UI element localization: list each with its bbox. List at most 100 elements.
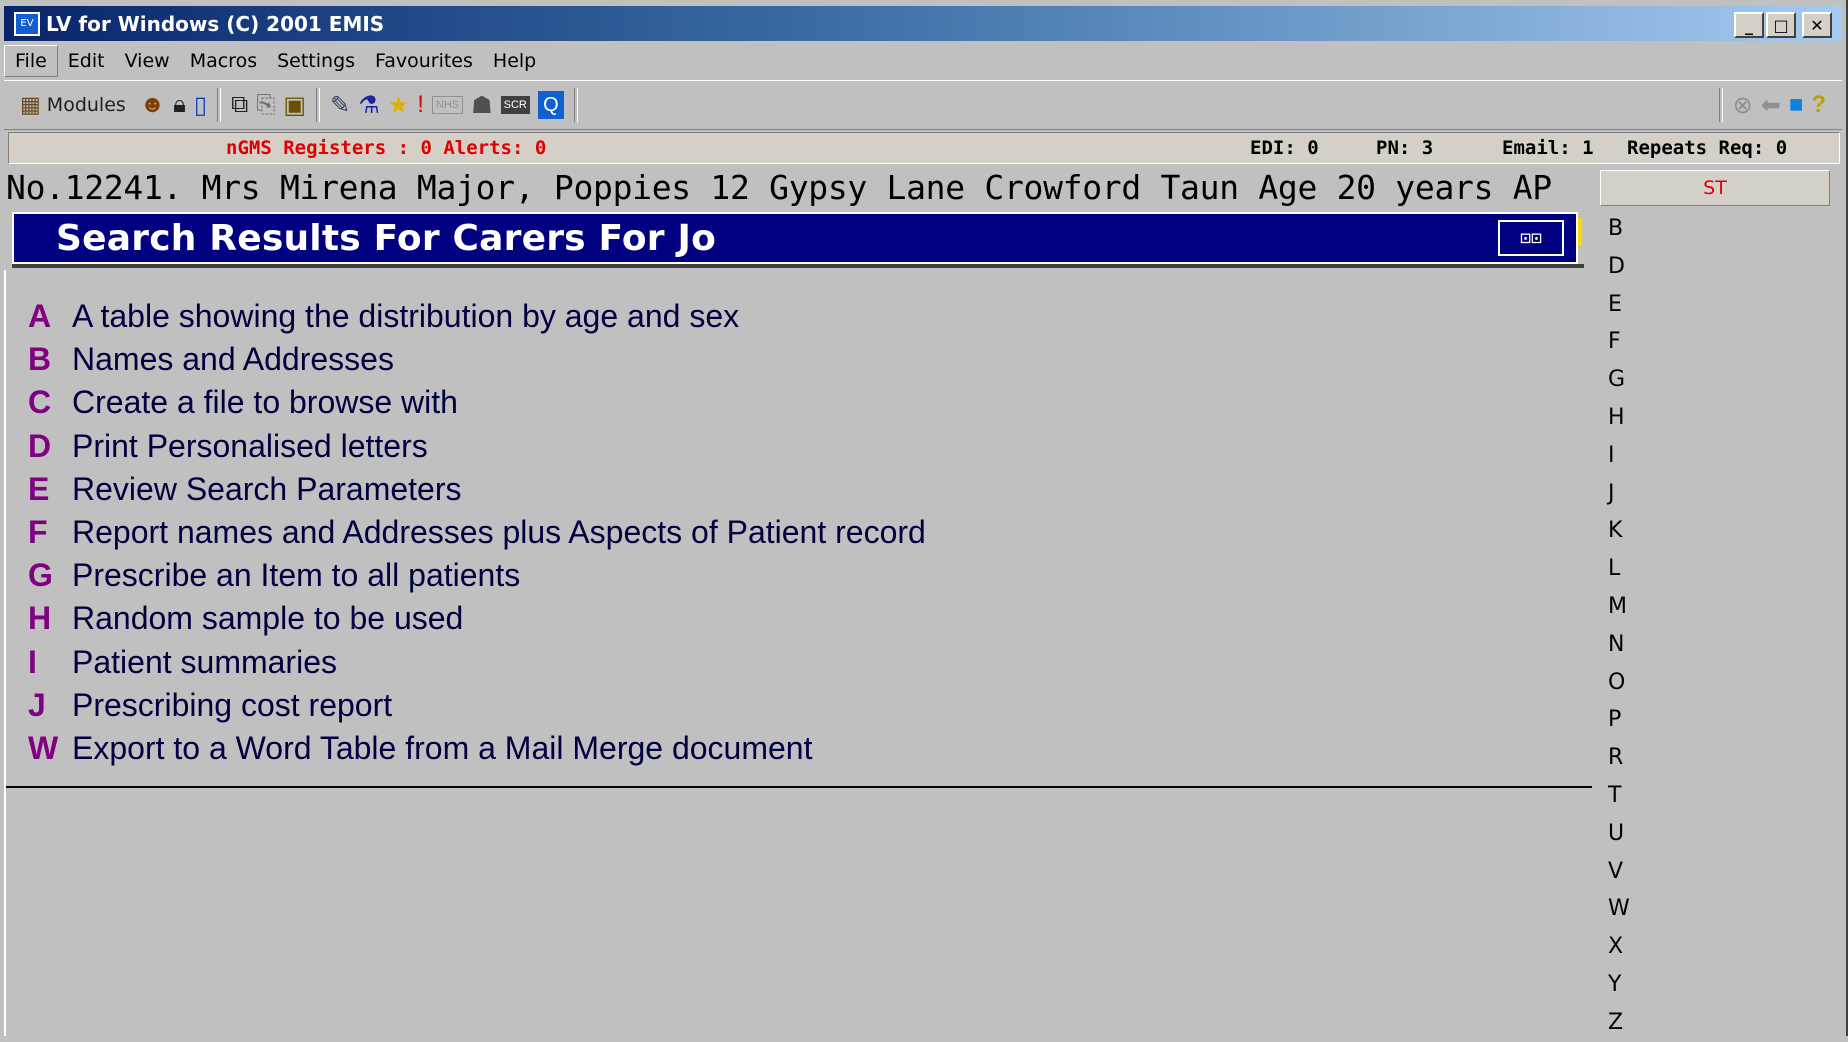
option-label: Export to a Word Table from a Mail Merge… (72, 729, 813, 766)
letter-item[interactable]: K (1608, 512, 1630, 550)
st-tab[interactable]: ST (1600, 170, 1830, 206)
letter-item[interactable]: D (1608, 248, 1630, 286)
letter-item[interactable]: I (1608, 437, 1630, 475)
alert-icon[interactable]: ! (417, 87, 424, 123)
menu-macros[interactable]: Macros (180, 46, 267, 76)
lock-icon[interactable]: 🔒︎ (173, 87, 186, 123)
option-key: J (28, 686, 46, 723)
option-w[interactable]: W Export to a Word Table from a Mail Mer… (28, 727, 926, 770)
side-panel: ST B D E F G H I J K L M N O P R T U V W… (1596, 168, 1832, 1036)
option-label: Report names and Addresses plus Aspects … (72, 514, 926, 551)
option-j[interactable]: J Prescribing cost report (28, 684, 926, 727)
option-d[interactable]: D Print Personalised letters (28, 425, 926, 468)
modules-button[interactable]: ▦ Modules (14, 87, 132, 123)
phone-icon[interactable]: ▯ (194, 87, 207, 123)
maximize-button[interactable]: □ (1766, 12, 1796, 38)
window-icon[interactable]: ■ (1789, 87, 1804, 123)
menu-edit[interactable]: Edit (58, 46, 115, 76)
letter-item[interactable]: P (1608, 701, 1630, 739)
option-b[interactable]: B Names and Addresses (28, 338, 926, 381)
query-icon[interactable]: Q (537, 91, 564, 119)
content-border (4, 270, 6, 1036)
toolbar-separator (217, 88, 222, 122)
option-c[interactable]: C Create a file to browse with (28, 381, 926, 424)
app-icon[interactable]: EV (14, 11, 40, 36)
option-key: B (28, 341, 52, 378)
option-a[interactable]: A A table showing the distribution by ag… (28, 295, 926, 338)
alerts-status[interactable]: nGMS Registers : 0 Alerts: 0 (226, 137, 546, 159)
option-key: H (28, 600, 52, 637)
group-icon[interactable]: ☗ (471, 87, 493, 123)
option-g[interactable]: G Prescribe an Item to all patients (28, 554, 926, 597)
letter-item[interactable]: R (1608, 739, 1630, 777)
stop-icon[interactable]: ⊗ (1733, 87, 1753, 123)
page-title: Search Results For Carers For Jo (56, 217, 717, 259)
clipboard-icon[interactable]: ▣ (283, 87, 306, 123)
menu-settings[interactable]: Settings (267, 46, 365, 76)
letter-item[interactable]: X (1608, 928, 1630, 966)
pen-icon[interactable]: ✎ (330, 87, 350, 123)
window-controls: _ □ ✕ (1734, 12, 1832, 38)
option-label: Prescribe an Item to all patients (72, 557, 521, 594)
flask-icon[interactable]: ⚗ (358, 87, 380, 123)
letter-item[interactable]: Y (1608, 966, 1630, 1004)
letter-item[interactable]: W (1608, 890, 1630, 928)
edi-status[interactable]: EDI: 0 (1250, 137, 1319, 159)
repeats-status[interactable]: Repeats Req: 0 (1627, 137, 1787, 159)
letter-item[interactable]: H (1608, 399, 1630, 437)
menu-bar: File Edit View Macros Settings Favourite… (4, 44, 1842, 78)
minimize-button[interactable]: _ (1734, 12, 1764, 38)
pn-status[interactable]: PN: 3 (1376, 137, 1433, 159)
modules-label: Modules (46, 94, 126, 116)
paste-icon[interactable]: ⎘ (256, 87, 275, 123)
nhs-icon[interactable]: NHS (431, 96, 464, 114)
letter-item[interactable]: T (1608, 777, 1630, 815)
letter-item[interactable]: U (1608, 815, 1630, 853)
options-list: A A table showing the distribution by ag… (28, 295, 926, 770)
back-arrow-icon[interactable]: ⬅ (1761, 87, 1781, 123)
letter-item[interactable]: B (1608, 210, 1630, 248)
option-key: F (28, 514, 48, 551)
letter-item[interactable]: L (1608, 550, 1630, 588)
help-icon[interactable]: ? (1811, 87, 1826, 123)
status-strip: nGMS Registers : 0 Alerts: 0 EDI: 0 PN: … (8, 132, 1840, 164)
menu-help[interactable]: Help (483, 46, 546, 76)
menu-view[interactable]: View (115, 46, 180, 76)
option-key: E (28, 470, 50, 507)
people-icon[interactable]: ☻ (140, 87, 165, 123)
letter-item[interactable]: E (1608, 286, 1630, 324)
letter-item[interactable]: G (1608, 361, 1630, 399)
menu-favourites[interactable]: Favourites (365, 46, 483, 76)
header-shadow (12, 264, 1584, 268)
letter-item[interactable]: M (1608, 588, 1630, 626)
content-divider (6, 786, 1592, 788)
letter-index: B D E F G H I J K L M N O P R T U V W X … (1608, 210, 1630, 1042)
letter-item[interactable]: F (1608, 323, 1630, 361)
option-e[interactable]: E Review Search Parameters (28, 468, 926, 511)
letter-item[interactable]: V (1608, 853, 1630, 891)
letter-item[interactable]: J (1608, 475, 1630, 513)
layout-toggle-icon[interactable]: ⊡⊡ (1498, 220, 1564, 256)
option-key: C (28, 384, 52, 421)
app-window: EV LV for Windows (C) 2001 EMIS _ □ ✕ Fi… (0, 0, 1848, 1036)
scr-icon[interactable]: SCR (500, 96, 530, 114)
copy-icon[interactable]: ⧉ (231, 87, 248, 123)
letter-item[interactable]: N (1608, 626, 1630, 664)
option-label: Print Personalised letters (72, 427, 428, 464)
star-icon[interactable]: ★ (388, 87, 410, 123)
option-f[interactable]: F Report names and Addresses plus Aspect… (28, 511, 926, 554)
toolbar-separator (573, 88, 578, 122)
option-label: Review Search Parameters (72, 470, 462, 507)
option-i[interactable]: I Patient summaries (28, 641, 926, 684)
menu-file[interactable]: File (4, 45, 58, 77)
letter-item[interactable]: O (1608, 664, 1630, 702)
email-status[interactable]: Email: 1 (1502, 137, 1594, 159)
option-key: G (28, 557, 53, 594)
option-key: W (28, 729, 59, 766)
close-button[interactable]: ✕ (1802, 12, 1832, 38)
option-key: A (28, 298, 52, 335)
option-key: I (28, 643, 37, 680)
title-bar[interactable]: EV LV for Windows (C) 2001 EMIS _ □ ✕ (4, 6, 1842, 41)
option-h[interactable]: H Random sample to be used (28, 597, 926, 640)
option-label: Random sample to be used (72, 600, 464, 637)
